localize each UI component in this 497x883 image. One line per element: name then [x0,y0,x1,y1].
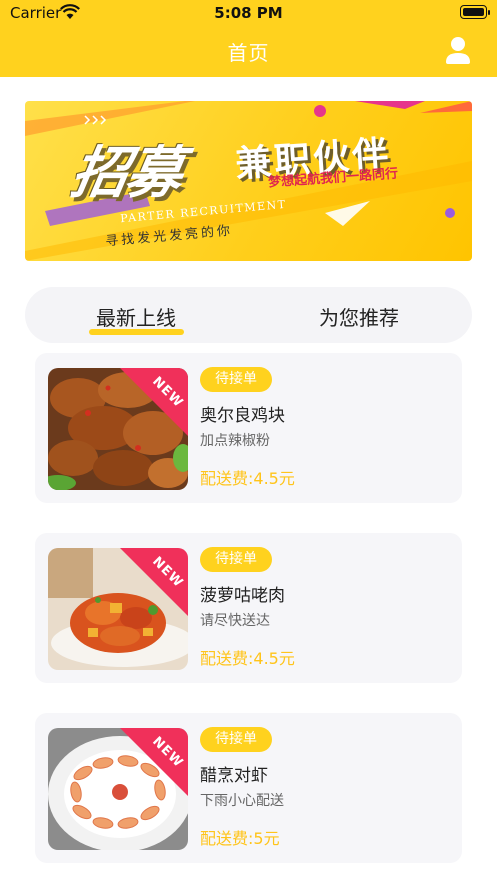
tab-latest[interactable]: 最新上线 [96,302,176,331]
recruitment-banner[interactable]: 招募 兼职伙伴 梦想起航我们一路同行 PARTER RECRUITMENT 寻找… [25,101,472,261]
order-card[interactable]: NEW 待接单 菠萝咕咾肉 请尽快送达 配送费:4.5元 [35,533,462,683]
order-note: 加点辣椒粉 [200,433,270,449]
new-ribbon: NEW [120,548,188,616]
order-note: 下雨小心配送 [200,793,284,809]
order-card[interactable]: NEW 待接单 醋烹对虾 下雨小心配送 配送费:5元 [35,713,462,863]
dish-name: 奥尔良鸡块 [200,406,285,426]
status-badge: 待接单 [200,727,272,752]
tab-bar: 最新上线 为您推荐 [25,287,472,343]
food-image: NEW [48,728,188,850]
page-title: 首页 [227,41,270,65]
order-note: 请尽快送达 [200,613,270,629]
status-badge: 待接单 [200,547,272,572]
status-badge: 待接单 [200,367,272,392]
dish-name: 菠萝咕咾肉 [200,586,285,606]
status-time: 5:08 PM [214,4,283,22]
food-image: NEW [48,548,188,670]
delivery-fee: 配送费:5元 [200,829,280,848]
active-tab-indicator [89,329,184,335]
user-icon[interactable] [445,36,471,64]
new-ribbon: NEW [120,368,188,436]
battery-icon [460,5,490,19]
banner-title-main: 招募 [66,141,186,206]
order-card[interactable]: NEW 待接单 奥尔良鸡块 加点辣椒粉 配送费:4.5元 [35,353,462,503]
food-image: NEW [48,368,188,490]
new-ribbon: NEW [120,728,188,796]
dish-name: 醋烹对虾 [200,766,268,786]
delivery-fee: 配送费:4.5元 [200,649,295,668]
tab-recommended[interactable]: 为您推荐 [319,302,399,331]
delivery-fee: 配送费:4.5元 [200,469,295,488]
top-bar: Carrier 5:08 PM 首页 [0,0,497,77]
